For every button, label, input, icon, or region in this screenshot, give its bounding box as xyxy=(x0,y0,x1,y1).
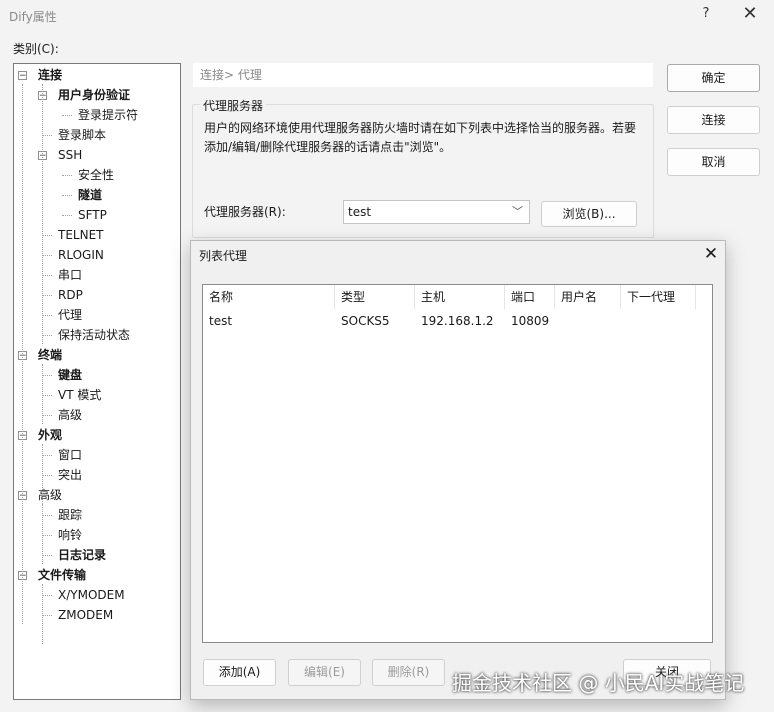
watermark-text: 掘金技术社区 @ 小民AI实战笔记 xyxy=(452,671,745,695)
tree-item[interactable]: 响铃 xyxy=(58,525,82,545)
tree-connector xyxy=(42,335,52,336)
column-header-port[interactable]: 端口 xyxy=(505,285,555,309)
tree-item[interactable]: 连接 xyxy=(38,65,62,85)
proxy-server-select[interactable]: test ﹀ xyxy=(343,200,530,224)
tree-item[interactable]: 外观 xyxy=(38,425,62,445)
column-header-type[interactable]: 类型 xyxy=(335,285,415,309)
tree-item[interactable]: 终端 xyxy=(38,345,62,365)
tree-item[interactable]: RLOGIN xyxy=(58,245,104,265)
close-window-button[interactable]: ✕ xyxy=(738,3,762,27)
browse-button[interactable]: 浏览(B)... xyxy=(541,201,637,227)
cancel-button[interactable]: 取消 xyxy=(667,148,760,176)
tree-item[interactable]: 隧道 xyxy=(78,185,102,205)
table-cell-type[interactable]: SOCKS5 xyxy=(335,311,390,331)
tree-connector xyxy=(42,315,52,316)
proxy-list[interactable]: 名称 类型 主机 端口 用户名 下一代理 test SOCKS5 192.168… xyxy=(202,284,713,643)
breadcrumb: 连接> 代理 xyxy=(193,63,653,87)
tree-connector xyxy=(62,195,72,196)
title-bar xyxy=(0,0,774,32)
tree-connector xyxy=(42,475,52,476)
proxy-server-value: test xyxy=(348,205,372,219)
tree-connector xyxy=(42,555,52,556)
tree-item[interactable]: 登录脚本 xyxy=(58,125,106,145)
tree-connector xyxy=(42,375,52,376)
tree-connector xyxy=(62,175,72,176)
tree-connector xyxy=(42,415,52,416)
tree-guide-line xyxy=(42,504,43,564)
close-icon[interactable]: ✕ xyxy=(700,244,722,266)
tree-item[interactable]: 保持活动状态 xyxy=(58,325,130,345)
window-title: Dify属性 xyxy=(9,10,57,24)
tree-guide-line xyxy=(42,364,43,424)
tree-item[interactable]: X/YMODEM xyxy=(58,585,125,605)
tree-connector xyxy=(42,455,52,456)
help-button[interactable]: ? xyxy=(696,6,716,26)
tree-connector xyxy=(42,515,52,516)
tree-connector xyxy=(42,255,52,256)
table-cell-port[interactable]: 10809 xyxy=(505,311,549,331)
tree-item[interactable]: RDP xyxy=(58,285,83,305)
column-header-host[interactable]: 主机 xyxy=(415,285,505,309)
tree-item[interactable]: SFTP xyxy=(78,205,107,225)
tree-guide-line xyxy=(42,84,43,344)
tree-guide-line xyxy=(22,84,23,624)
column-header-next-proxy[interactable]: 下一代理 xyxy=(621,285,696,309)
tree-connector xyxy=(62,215,72,216)
tree-item[interactable]: 代理 xyxy=(58,305,82,325)
category-label: 类别(C): xyxy=(13,42,59,56)
edit-button[interactable]: 编辑(E) xyxy=(288,659,361,686)
tree-item[interactable]: 日志记录 xyxy=(58,545,106,565)
tree-item[interactable]: ZMODEM xyxy=(58,605,113,625)
tree-item[interactable]: 登录提示符 xyxy=(78,105,138,125)
add-button[interactable]: 添加(A) xyxy=(203,659,276,686)
tree-item[interactable]: VT 模式 xyxy=(58,385,101,405)
tree-item[interactable]: 串口 xyxy=(58,265,82,285)
connect-button[interactable]: 连接 xyxy=(667,106,760,134)
tree-connector xyxy=(62,115,72,116)
delete-button[interactable]: 删除(R) xyxy=(372,659,445,686)
list-proxy-title: 列表代理 xyxy=(199,249,248,263)
tree-connector xyxy=(42,235,52,236)
tree-item[interactable]: 安全性 xyxy=(78,165,114,185)
table-cell-host[interactable]: 192.168.1.2 xyxy=(415,311,494,331)
tree-connector xyxy=(42,275,52,276)
ok-button[interactable]: 确定 xyxy=(667,64,760,92)
column-header-name[interactable]: 名称 xyxy=(203,285,335,309)
tree-item[interactable]: 窗口 xyxy=(58,445,82,465)
tree-connector xyxy=(42,535,52,536)
tree-item[interactable]: SSH xyxy=(58,145,82,165)
proxy-description: 用户的网络环境使用代理服务器防火墙时请在如下列表中选择恰当的服务器。若要添加/编… xyxy=(204,121,637,154)
tree-item[interactable]: 文件传输 xyxy=(38,565,86,585)
tree-item[interactable]: 高级 xyxy=(58,405,82,425)
chevron-down-icon: ﹀ xyxy=(512,205,523,218)
tree-connector xyxy=(42,615,52,616)
collapse-toggle-icon[interactable]: − xyxy=(18,71,27,81)
tree-connector xyxy=(42,135,52,136)
tree-item[interactable]: 用户身份验证 xyxy=(58,85,130,105)
tree-item[interactable]: 突出 xyxy=(58,465,82,485)
table-cell-name[interactable]: test xyxy=(203,311,232,331)
tree-connector xyxy=(42,395,52,396)
tree-guide-line xyxy=(42,444,43,504)
proxy-server-label: 代理服务器(R): xyxy=(204,205,286,219)
tree-connector xyxy=(42,295,52,296)
column-header-username[interactable]: 用户名 xyxy=(555,285,621,309)
tree-item[interactable]: 跟踪 xyxy=(58,505,82,525)
category-tree[interactable]: 连接 − 用户身份验证 − 登录提示符 登录脚本 SSH − 安全性 隧道 SFTP TELNET RL… xyxy=(13,63,181,700)
proxy-group-title: 代理服务器 xyxy=(200,97,267,114)
tree-item[interactable]: TELNET xyxy=(58,225,104,245)
tree-item[interactable]: 键盘 xyxy=(58,365,82,385)
tree-guide-line xyxy=(42,584,43,644)
tree-connector xyxy=(42,595,52,596)
